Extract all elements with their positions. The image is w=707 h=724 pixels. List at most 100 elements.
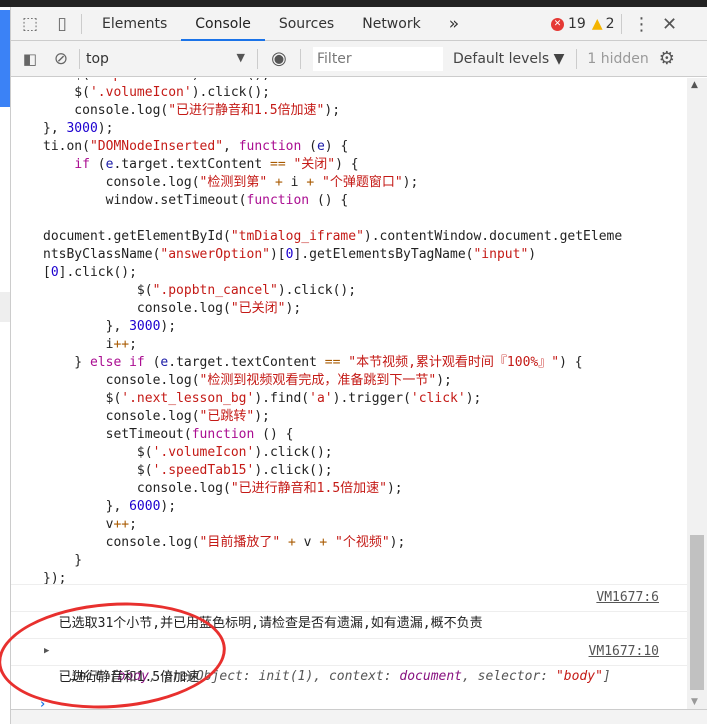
code-token: ).click();: [254, 463, 333, 478]
code-token: );: [324, 103, 341, 118]
tab-console[interactable]: Console: [181, 7, 265, 41]
inspect-element-icon[interactable]: ⬚: [11, 14, 49, 34]
code-token: console.log(: [43, 301, 231, 316]
code-line: if (e.target.textContent == "关闭") {: [43, 156, 622, 174]
code-token: "本节视频,累计观看时间『100%』": [348, 355, 560, 370]
code-line: }, 6000);: [43, 498, 622, 516]
warning-icon[interactable]: ▲: [592, 16, 603, 32]
eye-icon[interactable]: ◉: [264, 48, 294, 69]
code-line: $('.volumeIcon').click();: [43, 444, 622, 462]
code-token: i: [282, 175, 307, 190]
code-line: ntsByClassName("answerOption")[0].getEle…: [43, 246, 622, 264]
code-token: ==: [324, 355, 341, 370]
code-token: );: [285, 301, 302, 316]
tab-elements[interactable]: Elements: [88, 7, 181, 41]
code-token: '.speedTab15': [90, 78, 192, 82]
code-token: ,: [223, 139, 239, 154]
code-token: );: [465, 391, 482, 406]
code-token: ==: [270, 157, 286, 172]
code-token: ).contentWindow.document.getEleme: [363, 229, 623, 244]
code-line: i++;: [43, 336, 622, 354]
code-token: +: [288, 535, 296, 550]
log-source-link[interactable]: VM1677:6: [596, 585, 659, 611]
code-token: )[: [269, 247, 286, 262]
code-line: v++;: [43, 516, 622, 534]
code-token: console.log(: [43, 175, 200, 190]
code-token: '.speedTab15': [152, 463, 255, 478]
context-select[interactable]: top ▼: [86, 51, 251, 67]
scrollbar-thumb[interactable]: [690, 535, 704, 690]
warning-count[interactable]: 2: [606, 16, 615, 32]
code-token: v: [43, 517, 114, 532]
device-toolbar-icon[interactable]: ▯: [49, 14, 75, 34]
code-line: }, 3000);: [43, 120, 622, 138]
console-output: $('.speedTab15').click(); $('.volumeIcon…: [11, 78, 687, 709]
code-token: document.getElementById(: [43, 229, 231, 244]
code-token: "个弹题窗口": [322, 175, 403, 190]
code-line: console.log("目前播放了" + v + "个视频");: [43, 534, 622, 552]
tab-sources[interactable]: Sources: [265, 7, 348, 41]
code-token: console.log(: [43, 103, 169, 118]
settings-gear-icon[interactable]: ⚙: [659, 48, 675, 69]
code-token: e: [316, 139, 325, 154]
code-token: ).find(: [254, 391, 310, 406]
code-token: 'a': [309, 391, 333, 406]
error-count[interactable]: 19: [568, 16, 586, 32]
log-levels-dropdown[interactable]: Default levels ▼: [453, 51, 564, 67]
code-line: }: [43, 552, 622, 570]
console-result-row[interactable]: ▶ init [body, prevObject: init(1), conte…: [11, 611, 687, 684]
code-token: );: [160, 319, 177, 334]
code-token: );: [389, 535, 406, 550]
more-tabs-button[interactable]: »: [435, 7, 473, 41]
code-line: [0].click();: [43, 264, 622, 282]
code-token: $(: [43, 445, 153, 460]
code-token: 6000: [129, 499, 161, 514]
scroll-down-icon[interactable]: ▼: [691, 697, 698, 707]
code-token: function: [238, 139, 302, 154]
code-line: console.log("已进行静音和1.5倍加速");: [43, 480, 622, 498]
sidebar-toggle-icon[interactable]: ◧: [11, 50, 49, 68]
console-scrollbar[interactable]: ▲ ▼: [687, 78, 707, 709]
code-token: "检测到第": [199, 175, 268, 190]
filter-input[interactable]: Filter: [313, 46, 443, 71]
console-prompt[interactable]: ›: [11, 665, 687, 709]
code-token: console.log(: [43, 481, 231, 496]
close-icon[interactable]: ✕: [656, 14, 684, 35]
code-token: function: [246, 193, 310, 208]
code-token: +: [306, 175, 315, 190]
code-line: $('.speedTab15').click();: [43, 462, 622, 480]
tab-network[interactable]: Network: [348, 7, 434, 41]
code-token: window.setTimeout(: [43, 193, 247, 208]
code-token: ntsByClassName(: [43, 247, 161, 262]
code-token: ).click();: [277, 283, 357, 298]
more-options-icon[interactable]: ⋮: [628, 14, 656, 35]
clear-console-icon[interactable]: ⊘: [49, 49, 73, 69]
code-token: 3000: [129, 319, 161, 334]
code-token: () {: [309, 193, 349, 208]
code-token: "已进行静音和1.5倍加速": [230, 481, 387, 496]
code-line: $('.next_lesson_bg').find('a').trigger('…: [43, 390, 622, 408]
code-line: ti.on("DOMNodeInserted", function (e) {: [43, 138, 622, 156]
scroll-up-icon[interactable]: ▲: [691, 80, 698, 90]
code-token: function: [191, 427, 255, 442]
code-token: ).click();: [192, 78, 270, 82]
drawer-bar: [11, 709, 707, 724]
code-token: (: [89, 157, 106, 172]
code-token: "已进行静音和1.5倍加速": [168, 103, 325, 118]
code-token: ).click();: [254, 445, 333, 460]
code-token: console.log(: [43, 373, 200, 388]
code-line: }, 3000);: [43, 318, 622, 336]
log-source-link[interactable]: VM1677:10: [589, 639, 659, 665]
code-line: document.getElementById("tmDialog_iframe…: [43, 228, 622, 246]
code-line: console.log("检测到视频观看完成，准备跳到下一节");: [43, 372, 622, 390]
code-line: console.log("检测到第" + i + "个弹题窗口");: [43, 174, 622, 192]
code-token: ++: [113, 337, 130, 352]
code-token: (: [301, 139, 317, 154]
console-toolbar: ◧ ⊘ top ▼ ◉ Filter Default levels ▼ 1 hi…: [11, 41, 707, 77]
code-token: +: [319, 535, 328, 550]
error-icon[interactable]: ✕: [551, 17, 564, 31]
context-value: top: [86, 50, 109, 67]
